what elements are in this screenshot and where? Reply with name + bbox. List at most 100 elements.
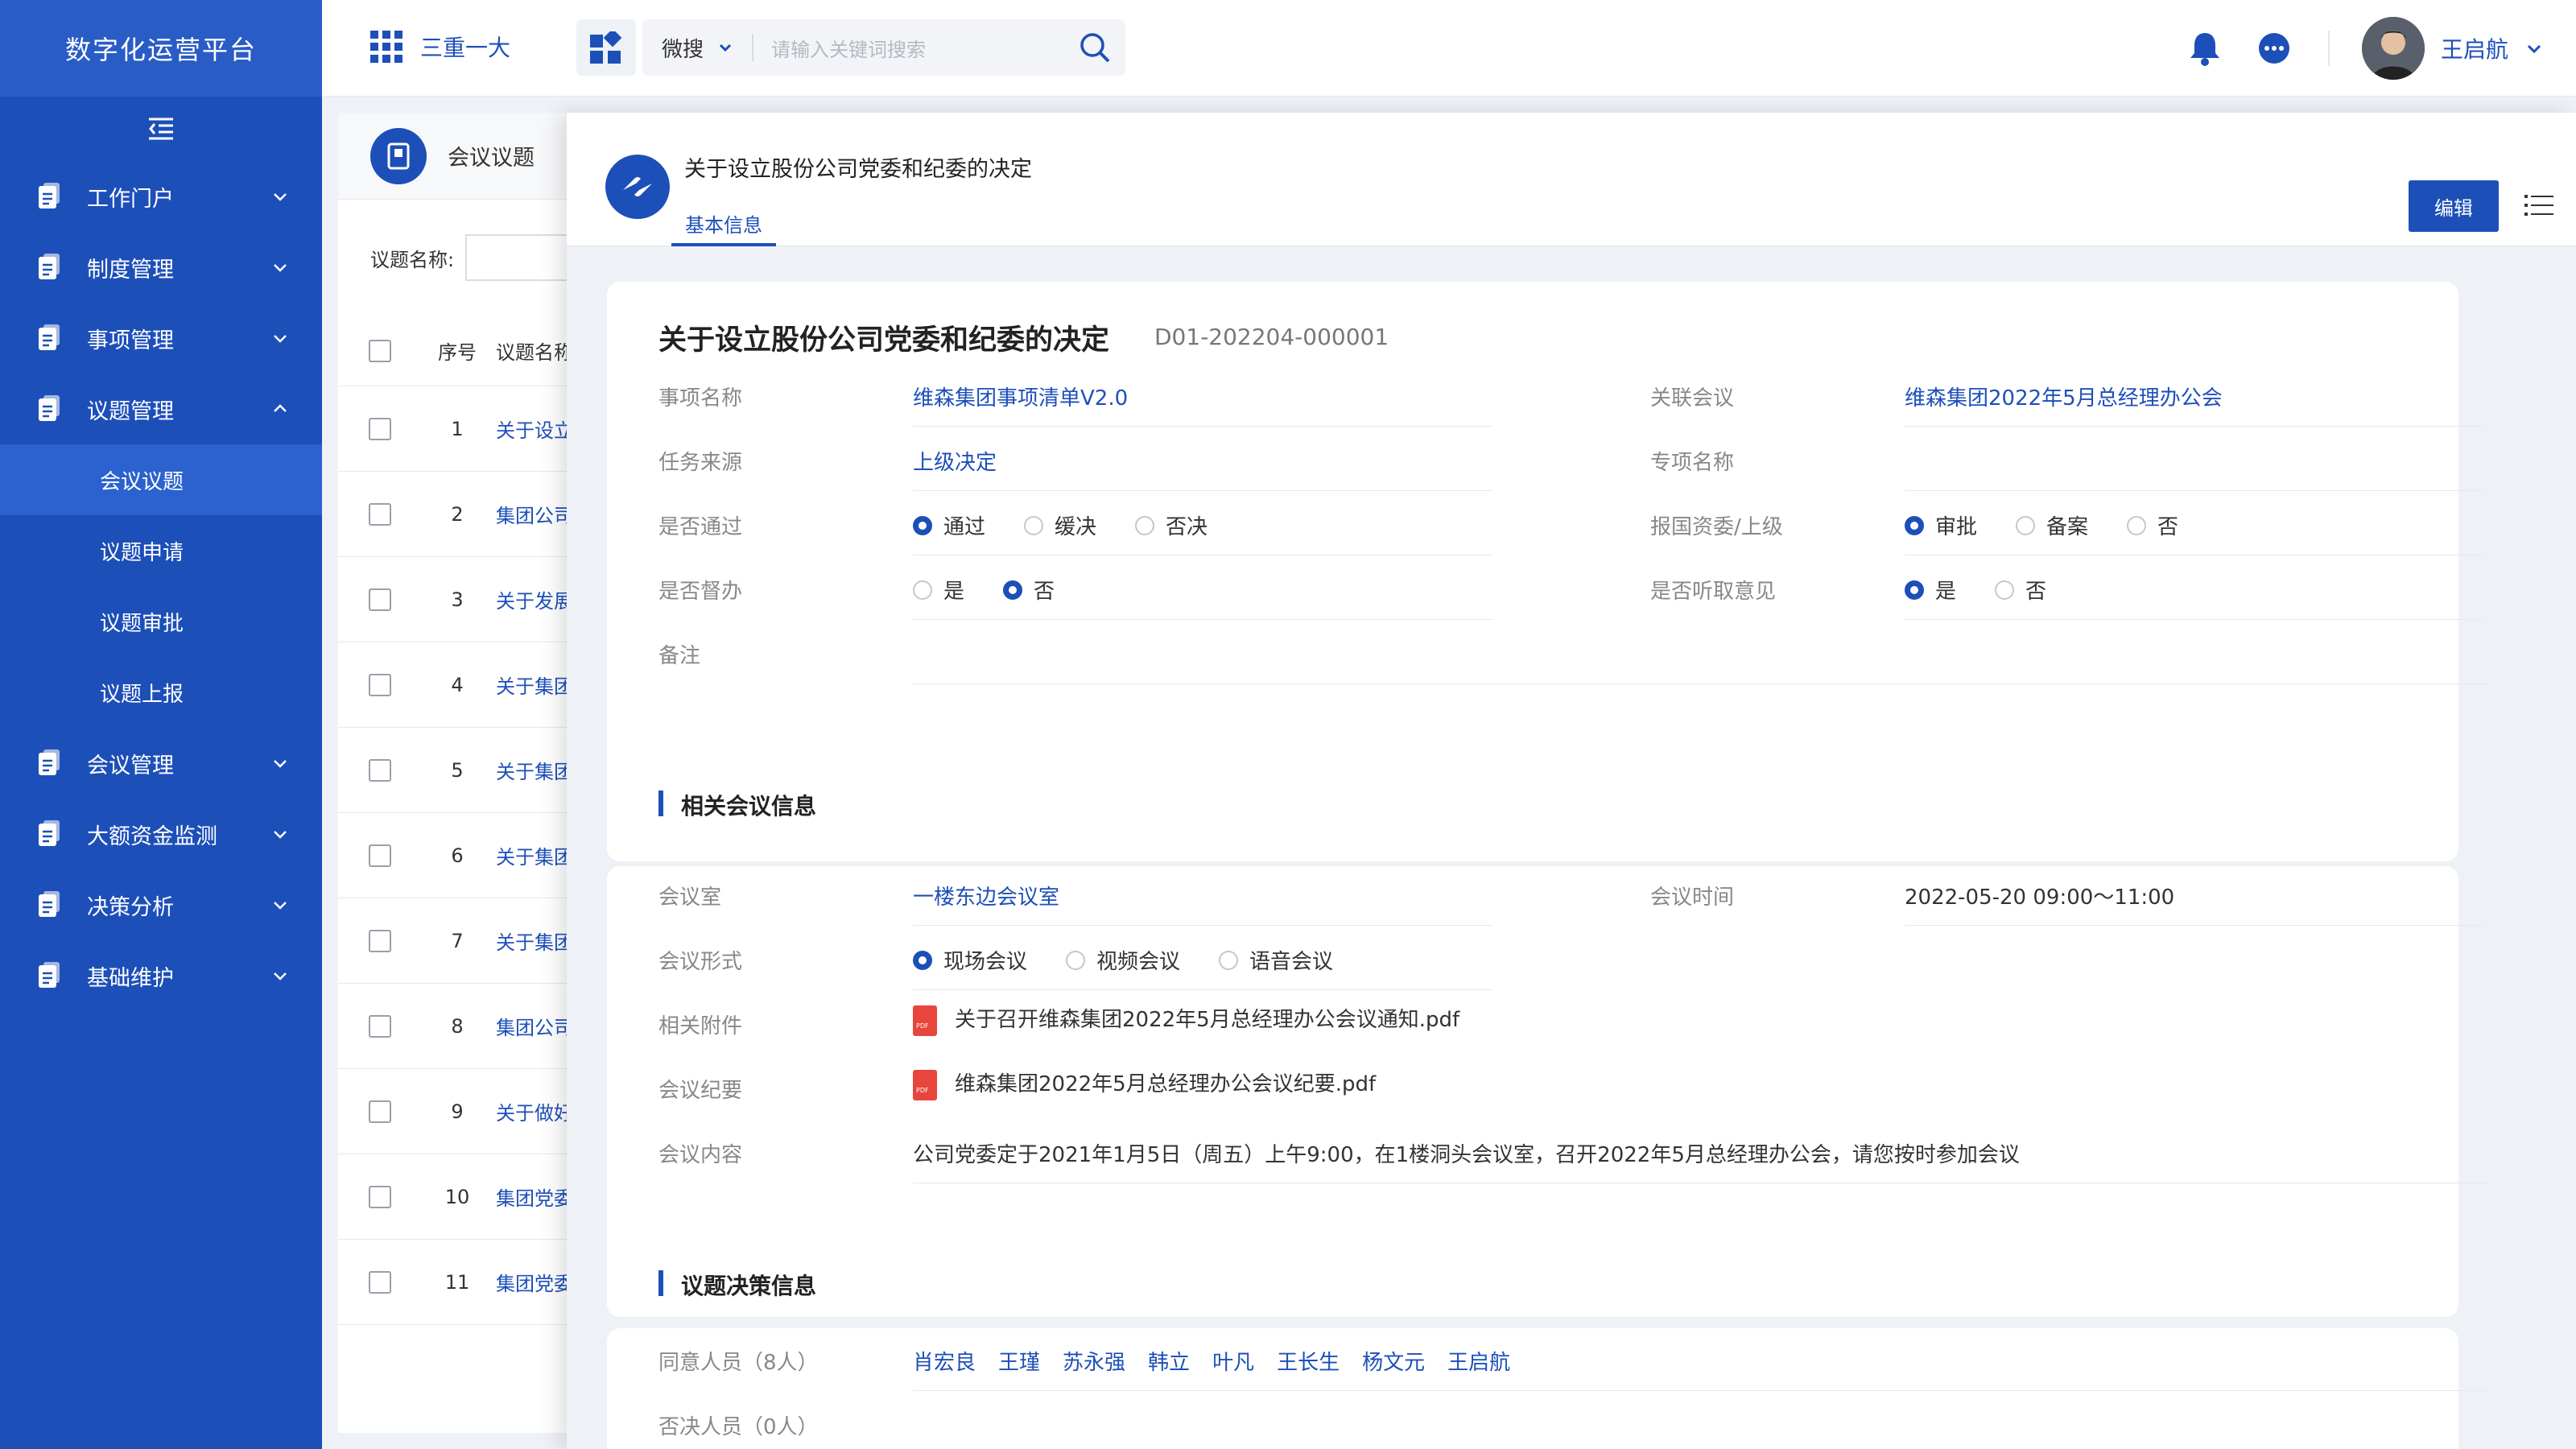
person-link[interactable]: 王长生	[1277, 1351, 1340, 1375]
row-name-link[interactable]: 关于集团	[496, 756, 573, 784]
row-checkbox[interactable]	[369, 1100, 391, 1123]
chevron-down-icon[interactable]	[2524, 39, 2544, 58]
sidebar-item-label: 工作门户	[87, 186, 174, 212]
sidebar-item[interactable]: 制度管理	[0, 232, 322, 303]
row-checkbox[interactable]	[369, 1014, 391, 1038]
row-checkbox[interactable]	[369, 844, 391, 867]
chevron-down-icon	[274, 193, 287, 201]
search-scope-label: 微搜	[662, 37, 704, 62]
radio-option[interactable]: 否决	[1135, 510, 1208, 540]
chevron-down-icon	[274, 264, 287, 272]
room-link[interactable]: 一楼东边会议室	[913, 881, 1059, 910]
person-link[interactable]: 韩立	[1148, 1351, 1190, 1375]
row-name-link[interactable]: 集团公司	[496, 500, 573, 528]
row-checkbox[interactable]	[369, 502, 391, 526]
brand-title: 数字化运营平台	[0, 0, 322, 97]
person-link[interactable]: 苏永强	[1063, 1351, 1125, 1375]
person-link[interactable]: 肖宏良	[913, 1351, 976, 1375]
attach-file[interactable]: PDF 关于召开维森集团2022年5月总经理办公会议通知.pdf	[913, 1003, 1459, 1036]
radio-option[interactable]: 是	[1905, 575, 1956, 605]
row-name-link[interactable]: 关于集团	[496, 841, 573, 869]
document-icon	[37, 183, 61, 210]
sidebar-item[interactable]: 决策分析	[0, 869, 322, 940]
bell-icon[interactable]	[2188, 31, 2222, 66]
search-scope-select[interactable]: 微搜	[642, 33, 734, 63]
radio-label: 视频会议	[1096, 950, 1181, 974]
app-switcher[interactable]: 三重一大	[370, 31, 510, 63]
document-icon	[37, 820, 61, 848]
filter-input[interactable]	[465, 234, 579, 281]
chat-icon[interactable]	[2257, 31, 2291, 65]
special-label: 专项名称	[1650, 451, 1735, 475]
radio-label: 通过	[943, 515, 986, 539]
collapse-menu-icon[interactable]	[0, 97, 322, 161]
row-no: 4	[451, 673, 464, 696]
row-checkbox[interactable]	[369, 929, 391, 952]
person-link[interactable]: 王启航	[1447, 1351, 1510, 1375]
radio-dot	[1995, 580, 2015, 600]
sidebar-item[interactable]: 会议管理	[0, 728, 322, 799]
sidebar-subitem[interactable]: 议题审批	[0, 586, 322, 657]
row-name-link[interactable]: 关于设立	[496, 415, 573, 443]
person-link[interactable]: 叶凡	[1212, 1351, 1254, 1375]
row-name-link[interactable]: 集团党委	[496, 1183, 573, 1211]
person-link[interactable]: 王瑾	[998, 1351, 1040, 1375]
sidebar-subitem[interactable]: 议题申请	[0, 515, 322, 586]
sidebar-item[interactable]: 议题管理	[0, 374, 322, 444]
radio-option[interactable]: 审批	[1905, 510, 1977, 540]
edit-button[interactable]: 编辑	[2409, 180, 2499, 232]
person-link[interactable]: 杨文元	[1362, 1351, 1425, 1375]
sidebar-item[interactable]: 事项管理	[0, 303, 322, 374]
sidebar-subitem[interactable]: 会议议题	[0, 444, 322, 515]
row-name-link[interactable]: 集团党委	[496, 1268, 573, 1296]
search-input[interactable]: 请输入关键词搜索	[771, 34, 1079, 62]
row-checkbox[interactable]	[369, 673, 391, 696]
report-radio-group: 审批 备案 否	[1905, 510, 2217, 541]
row-name-link[interactable]: 集团公司	[496, 1012, 573, 1040]
minutes-file[interactable]: PDF 维森集团2022年5月总经理办公会议纪要.pdf	[913, 1067, 1376, 1100]
radio-option[interactable]: 否	[1995, 575, 2046, 605]
search-icon[interactable]	[1079, 31, 1111, 64]
supervise-radio-group: 是否	[913, 575, 1093, 605]
remark-field[interactable]	[913, 620, 2489, 684]
row-name-link[interactable]: 关于集团	[496, 671, 573, 699]
row-checkbox[interactable]	[369, 758, 391, 782]
row-name-link[interactable]: 关于做好	[496, 1097, 573, 1125]
radio-option[interactable]: 是	[913, 575, 964, 605]
radio-option[interactable]: 视频会议	[1066, 945, 1180, 975]
sidebar-item[interactable]: 工作门户	[0, 161, 322, 232]
radio-option[interactable]: 语音会议	[1219, 945, 1333, 975]
row-checkbox[interactable]	[369, 1270, 391, 1294]
user-name[interactable]: 王启航	[2441, 32, 2508, 64]
chevron-down-icon	[274, 902, 287, 910]
tab-basic-info[interactable]: 基本信息	[671, 201, 776, 246]
sidebar-item[interactable]: 基础维护	[0, 940, 322, 1011]
avatar[interactable]	[2361, 17, 2425, 80]
radio-option[interactable]: 通过	[913, 510, 985, 540]
row-name-link[interactable]: 关于集团	[496, 927, 573, 955]
row-checkbox[interactable]	[369, 1185, 391, 1208]
top-bar: 三重一大 微搜 请输入关键词搜索 王启航	[322, 0, 2576, 97]
radio-option[interactable]: 否	[2127, 510, 2178, 540]
section-meeting-info: 相关会议信息	[658, 789, 816, 821]
radio-option[interactable]: 缓决	[1024, 510, 1096, 540]
list-menu-icon[interactable]	[2524, 193, 2553, 217]
source-value[interactable]: 上级决定	[913, 446, 997, 476]
item-name-link[interactable]: 维森集团事项清单V2.0	[913, 382, 1128, 411]
sidebar-item[interactable]: 大额资金监测	[0, 799, 322, 869]
row-checkbox[interactable]	[369, 588, 391, 611]
meeting-icon	[605, 155, 670, 219]
row-no: 7	[451, 929, 464, 952]
meeting-link[interactable]: 维森集团2022年5月总经理办公会	[1905, 382, 2223, 411]
radio-option[interactable]: 现场会议	[913, 945, 1027, 975]
radio-option[interactable]: 否	[1003, 575, 1055, 605]
row-checkbox[interactable]	[369, 417, 391, 440]
workspace-button[interactable]	[576, 19, 636, 76]
select-all-checkbox[interactable]	[369, 339, 391, 362]
search-bar: 微搜 请输入关键词搜索	[642, 19, 1125, 76]
chevron-down-icon	[274, 760, 287, 768]
sidebar-subitem[interactable]: 议题上报	[0, 657, 322, 728]
row-name-link[interactable]: 关于发展	[496, 585, 573, 613]
radio-option[interactable]: 备案	[2016, 510, 2088, 540]
sidebar-item-label: 事项管理	[87, 328, 174, 353]
